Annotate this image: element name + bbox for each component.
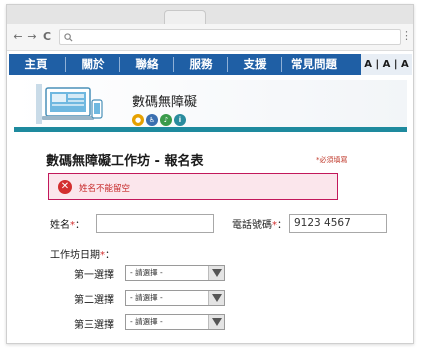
- error-close-icon: ✕: [58, 180, 72, 194]
- third-choice-value: - 請選擇 -: [130, 317, 163, 326]
- third-choice-select[interactable]: - 請選擇 -: [125, 314, 225, 330]
- nav-separator: [65, 57, 66, 72]
- date-label: 工作坊日期*：: [50, 250, 115, 261]
- nav-item-about[interactable]: 關於: [67, 54, 119, 75]
- nav-separator: [119, 57, 120, 72]
- address-bar[interactable]: [59, 29, 401, 45]
- first-choice-value: - 請選擇 -: [130, 268, 163, 277]
- browser-tab[interactable]: [164, 10, 206, 24]
- choice-label: 第三選擇: [74, 320, 114, 331]
- banner-icon-row: ● ♿ ♪ i: [132, 114, 186, 126]
- phone-field[interactable]: 9123 4567: [289, 214, 387, 233]
- error-message[interactable]: 姓名不能留空: [79, 182, 130, 194]
- name-label: 姓名*：: [50, 220, 85, 231]
- date-label-text: 工作坊日期: [50, 250, 100, 261]
- chevron-down-icon: [208, 291, 224, 305]
- main-navbar: 主頁 關於 聯絡 服務 支援 常見問題 A | A | A: [9, 54, 412, 75]
- nav-item-home[interactable]: 主頁: [17, 54, 55, 75]
- nav-item-support[interactable]: 支援: [229, 54, 281, 75]
- phone-label: 電話號碼*：: [232, 220, 287, 231]
- font-size-control[interactable]: A | A | A: [361, 54, 412, 75]
- required-note: *必須填寫: [316, 156, 348, 164]
- chevron-down-icon: [208, 315, 224, 329]
- nav-item-faq[interactable]: 常見問題: [283, 54, 345, 75]
- chevron-down-icon: [208, 266, 224, 280]
- nav-item-services[interactable]: 服務: [175, 54, 227, 75]
- name-label-text: 姓名: [50, 220, 70, 231]
- back-icon[interactable]: ←: [12, 30, 24, 44]
- form-section: 數碼無障礙工作坊 - 報名表 *必須填寫 ✕ 姓名不能留空 姓名*： 電話號碼*…: [14, 135, 407, 335]
- nav-separator: [173, 57, 174, 72]
- choice-label: 第二選擇: [74, 295, 114, 306]
- required-star: *: [272, 220, 277, 231]
- first-choice-select[interactable]: - 請選擇 -: [125, 265, 225, 281]
- forward-icon[interactable]: →: [26, 30, 38, 44]
- browser-tabbar: [7, 5, 413, 24]
- banner-title: 數碼無障礙: [132, 95, 198, 110]
- page-title: 數碼無障礙工作坊 - 報名表: [46, 154, 204, 169]
- error-alert: ✕ 姓名不能留空: [48, 173, 338, 200]
- info-icon: i: [174, 114, 186, 126]
- second-choice-value: - 請選擇 -: [130, 293, 163, 302]
- search-icon: [64, 33, 73, 42]
- hearing-icon: ♪: [160, 114, 172, 126]
- name-field[interactable]: [96, 214, 214, 233]
- site-banner: 數碼無障礙 ● ♿ ♪ i: [14, 80, 407, 132]
- devices-illustration: [36, 84, 103, 124]
- eye-icon: ●: [132, 114, 144, 126]
- required-star: *: [70, 220, 75, 231]
- second-choice-select[interactable]: - 請選擇 -: [125, 290, 225, 306]
- nav-item-contact[interactable]: 聯絡: [121, 54, 173, 75]
- nav-separator: [227, 57, 228, 72]
- reload-icon[interactable]: C: [41, 30, 53, 44]
- choice-label: 第一選擇: [74, 270, 114, 281]
- nav-separator: [281, 57, 282, 72]
- phone-label-text: 電話號碼: [232, 220, 272, 231]
- browser-menu-icon[interactable]: ⋮: [401, 29, 412, 42]
- accessibility-icon: ♿: [146, 114, 158, 126]
- required-star: *: [100, 250, 105, 261]
- browser-toolbar: ← → C ⋮: [7, 24, 413, 51]
